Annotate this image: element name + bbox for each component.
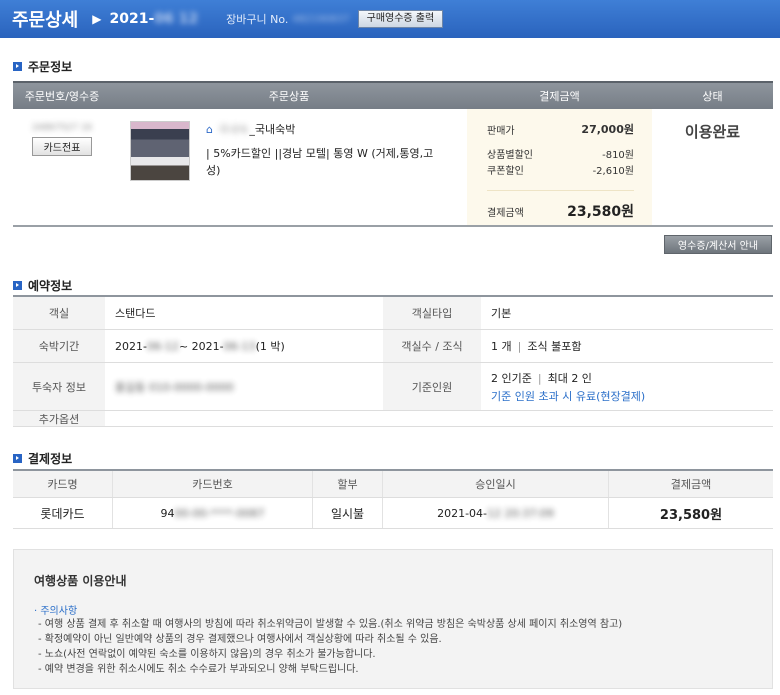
price-row-sale: 판매가 27,000원	[487, 123, 634, 137]
travel-guide-box: 여행상품 이용안내 · 주의사항 - 여행 상품 결제 후 취소할 때 여행사의…	[13, 549, 773, 689]
table-row: 롯데카드 94 00-00-****-0087 일시불 2021-04- 12 20…	[13, 498, 773, 529]
chevron-right-icon: ▶	[92, 12, 102, 26]
occupancy: 2 인기준 | 최대 2 인 기준 인원 초과 시 유료(현장결제)	[481, 363, 773, 410]
product-category: ⌂ 국내숙 _국내숙박	[206, 122, 296, 137]
table-row: 추가옵션	[13, 411, 773, 427]
order-table-header: 주문번호/영수증 주문상품 결제금액 상태	[13, 81, 773, 109]
approval-datetime: 2021-04- 12 20:37:09	[383, 498, 609, 528]
installment: 일시불	[313, 498, 383, 528]
price-row-product-discount: 상품별할인 -810원	[487, 149, 634, 161]
order-section-title: 주문정보	[13, 58, 72, 75]
home-icon: ⌂	[206, 122, 213, 136]
order-date-hidden: 06 12	[154, 11, 199, 27]
payment-section-title: 결제정보	[13, 450, 72, 467]
page-title: 주문상세	[12, 10, 79, 31]
bullet-icon	[13, 454, 22, 463]
guest-info: 홍길동 010-0000-0000	[115, 380, 234, 394]
list-item: - 확정예약이 아닌 일반예약 상품의 경우 결제했으나 여행사에서 객실상황에…	[38, 634, 442, 645]
bullet-icon	[13, 281, 22, 290]
extra-guest-note: 기준 인원 초과 시 유료(현장결제)	[491, 389, 646, 403]
list-item: - 예약 변경을 위한 취소시에도 취소 수수료가 부과되오니 양해 부탁드립니…	[38, 664, 359, 675]
payment-amount: 23,580원	[659, 507, 723, 523]
payment-table: 카드명 카드번호 할부 승인일시 결제금액 롯데카드 94 00-00-****-…	[13, 469, 773, 529]
print-receipt-button[interactable]: 구매영수증 출력	[357, 10, 444, 28]
card-slip-button[interactable]: 카드전표	[32, 137, 92, 156]
product-thumbnail[interactable]	[130, 121, 190, 181]
order-table: 주문번호/영수증 주문상품 결제금액 상태 24867527 16 카드전표 ⌂…	[13, 81, 773, 227]
cart-label: 장바구니 No.	[226, 13, 289, 26]
order-number: 24867527 16	[31, 123, 93, 133]
order-row: 24867527 16 카드전표 ⌂ 국내숙 _국내숙박 | 5%카드할인 ||…	[13, 109, 773, 227]
guide-subtitle: · 주의사항	[34, 606, 78, 617]
product-category-hidden: 국내숙	[217, 123, 249, 136]
table-row: 투숙자 정보 홍길동 010-0000-0000 기준인원 2 인기준 | 최대 2…	[13, 363, 773, 411]
reservation-table: 객실 스탠다드 객실타입 기본 숙박기간 2021- 06-12 ~ 2021- 0…	[13, 295, 773, 427]
receipt-guide-button[interactable]: 영수증/계산서 안내	[664, 235, 772, 254]
stay-period: 2021- 06-12 ~ 2021- 06-13 (1 박)	[115, 339, 285, 354]
product-name-link[interactable]: | 5%카드할인 ||경남 모텔| 통영 W (거제,통영,고성)	[206, 145, 446, 179]
col-amount: 결제금액	[539, 90, 580, 103]
rooms-breakfast: 1 개 | 조식 불포함	[491, 340, 582, 353]
cart-number: 482190837	[292, 13, 350, 25]
price-row-coupon-discount: 쿠폰할인 -2,610원	[487, 165, 634, 177]
card-name: 롯데카드	[13, 498, 113, 528]
payment-table-header: 카드명 카드번호 할부 승인일시 결제금액	[13, 471, 773, 498]
col-product: 주문상품	[268, 90, 310, 103]
reservation-section-title: 예약정보	[13, 277, 72, 294]
order-date: 2021-06 12	[109, 11, 199, 27]
guide-list: - 여행 상품 결제 후 취소할 때 여행사의 방침에 따라 취소위약금이 발생…	[38, 617, 622, 677]
list-item: - 여행 상품 결제 후 취소할 때 여행사의 방침에 따라 취소위약금이 발생…	[38, 619, 623, 630]
col-order-no: 주문번호/영수증	[24, 90, 100, 103]
table-row: 숙박기간 2021- 06-12 ~ 2021- 06-13 (1 박) 객실수 / …	[13, 330, 773, 363]
price-breakdown: 판매가 27,000원 상품별할인 -810원 쿠폰할인 -2,610원 결제금액 23…	[467, 109, 652, 225]
header-bar: 주문상세 ▶ 2021-06 12 장바구니 No. 482190837 구매영…	[0, 0, 780, 38]
status-badge: 이용완료	[684, 123, 741, 141]
room-type: 기본	[491, 307, 512, 320]
col-status: 상태	[702, 90, 723, 103]
table-row: 객실 스탠다드 객실타입 기본	[13, 297, 773, 330]
card-number: 94 00-00-****-0087	[113, 498, 313, 528]
room-name: 스탠다드	[115, 307, 156, 320]
price-total: 결제금액 23,580원	[487, 190, 634, 221]
bullet-icon	[13, 62, 22, 71]
guide-title: 여행상품 이용안내	[34, 574, 127, 588]
list-item: - 노쇼(사전 연락없이 예약된 숙소를 이용하지 않음)의 경우 취소가 불가…	[38, 649, 376, 660]
